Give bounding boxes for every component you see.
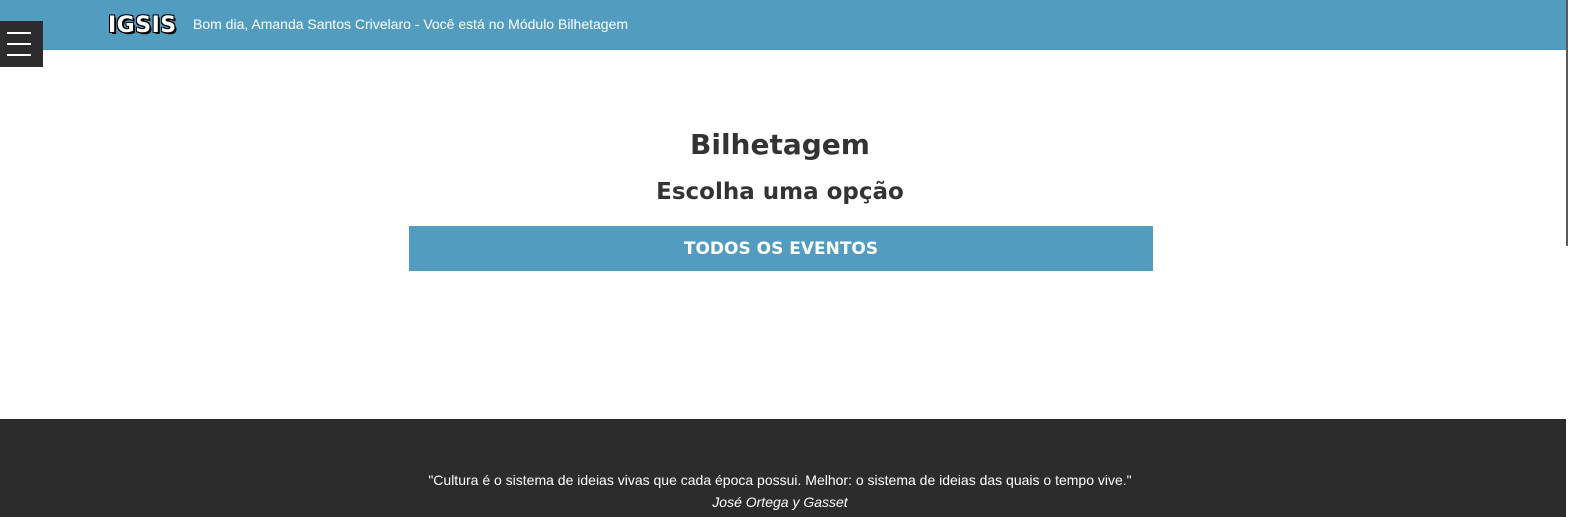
scrollbar-thumb[interactable] (1566, 0, 1568, 246)
greeting-text: Bom dia, Amanda Santos Crivelaro - Você … (193, 16, 629, 32)
footer-quote: "Cultura é o sistema de ideias vivas que… (428, 472, 1132, 488)
hamburger-menu-icon[interactable] (0, 21, 43, 67)
todos-os-eventos-button[interactable]: TODOS OS EVENTOS (409, 226, 1153, 271)
igsis-logo[interactable]: IGSIS (108, 13, 177, 39)
page-title: Bilhetagem (690, 128, 870, 161)
main-content: Bilhetagem Escolha uma opção TODOS OS EV… (0, 50, 1566, 419)
page-subtitle: Escolha uma opção (656, 179, 904, 205)
footer: "Cultura é o sistema de ideias vivas que… (0, 419, 1566, 517)
menu-line (7, 43, 31, 45)
vertical-scrollbar[interactable] (1566, 0, 1581, 517)
menu-line (7, 32, 31, 34)
top-header-bar: IGSIS Bom dia, Amanda Santos Crivelaro -… (0, 0, 1566, 50)
menu-line (7, 54, 31, 56)
footer-quote-author: José Ortega y Gasset (712, 494, 848, 510)
